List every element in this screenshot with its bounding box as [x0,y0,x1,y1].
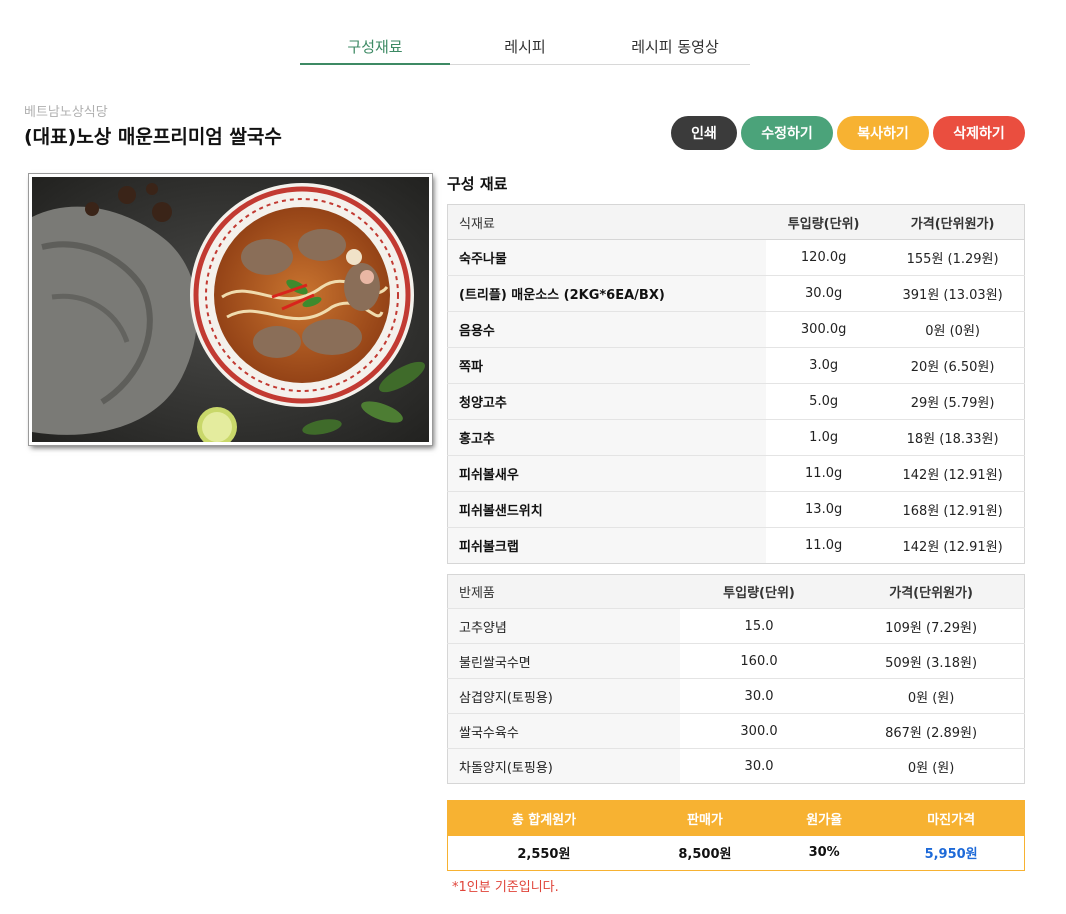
table-row: 피쉬볼크랩 11.0g 142원 (12.91원) [447,527,1025,564]
ingredient-price: 168원 (12.91원) [881,491,1025,528]
print-button[interactable]: 인쇄 [671,116,737,150]
menu-title: (대표)노상 매운프리미엄 쌀국수 [24,126,282,148]
ingredient-amount: 120.0g [766,239,882,276]
ingredient-price: 391원 (13.03원) [881,275,1025,312]
action-buttons: 인쇄 수정하기 복사하기 삭제하기 [671,116,1025,150]
semi-product-amount: 160.0 [679,643,839,679]
ingredient-amount: 5.0g [766,383,882,420]
semi-product-name: 삼겹양지(토핑용) [447,678,680,714]
col-header-total-cost: 총 합계원가 [447,800,640,836]
col-header-price: 가격(단위원가) [838,574,1025,609]
ingredient-amount: 3.0g [766,347,882,384]
ingredient-name: 청양고추 [447,383,767,420]
col-header-margin: 마진가격 [878,800,1025,836]
ingredient-price: 0원 (0원) [881,311,1025,348]
ingredient-price: 18원 (18.33원) [881,419,1025,456]
ingredient-name: 홍고추 [447,419,767,456]
semi-product-name: 쌀국수육수 [447,713,680,749]
table-row: 숙주나물 120.0g 155원 (1.29원) [447,239,1025,276]
ingredient-name: (트리플) 매운소스 (2KG*6EA/BX) [447,275,767,312]
table-row: 음용수 300.0g 0원 (0원) [447,311,1025,348]
semi-product-price: 509원 (3.18원) [838,643,1025,679]
col-header-cost-ratio: 원가율 [770,800,879,836]
ingredient-name: 숙주나물 [447,239,767,276]
ingredient-amount: 11.0g [766,455,882,492]
table-row: 홍고추 1.0g 18원 (18.33원) [447,419,1025,456]
col-header-price: 가격(단위원가) [881,204,1025,240]
tab-ingredients[interactable]: 구성재료 [300,30,450,65]
cost-summary-table: 총 합계원가 판매가 원가율 마진가격 2,550원 8,500원 30% 5,… [447,800,1025,871]
tab-recipe[interactable]: 레시피 [450,30,600,64]
ingredient-amount: 1.0g [766,419,882,456]
semi-product-name: 고추양념 [447,608,680,644]
semi-product-name: 차돌양지(토핑용) [447,748,680,784]
semi-product-amount: 15.0 [679,608,839,644]
table-row: 2,550원 8,500원 30% 5,950원 [447,835,1025,871]
ingredient-name: 피쉬볼샌드위치 [447,491,767,528]
dish-photo [29,174,432,445]
ingredient-price: 155원 (1.29원) [881,239,1025,276]
ingredient-name: 음용수 [447,311,767,348]
semi-product-name: 불린쌀국수면 [447,643,680,679]
ingredient-amount: 13.0g [766,491,882,528]
table-row: (트리플) 매운소스 (2KG*6EA/BX) 30.0g 391원 (13.03원… [447,275,1025,312]
semi-product-price: 109원 (7.29원) [838,608,1025,644]
cost-ratio-value: 30% [770,835,879,871]
table-row: 고추양념 15.0 109원 (7.29원) [447,608,1025,644]
table-row: 쌀국수육수 300.0 867원 (2.89원) [447,713,1025,749]
edit-button[interactable]: 수정하기 [741,116,833,150]
semi-product-price: 0원 (원) [838,748,1025,784]
col-header-sale-price: 판매가 [639,800,771,836]
col-header-amount: 투입량(단위) [679,574,839,609]
col-header-semi-product: 반제품 [447,574,680,609]
ingredient-amount: 30.0g [766,275,882,312]
ingredient-price: 142원 (12.91원) [881,455,1025,492]
semi-product-amount: 30.0 [679,678,839,714]
table-row: 차돌양지(토핑용) 30.0 0원 (원) [447,748,1025,784]
ingredient-amount: 11.0g [766,527,882,564]
ingredients-table: 식재료 투입량(단위) 가격(단위원가) 숙주나물 120.0g 155원 (1.2… [447,204,1025,564]
ingredient-amount: 300.0g [766,311,882,348]
section-title: 구성 재료 [447,175,508,193]
ingredient-price: 20원 (6.50원) [881,347,1025,384]
col-header-amount: 투입량(단위) [766,204,882,240]
copy-button[interactable]: 복사하기 [837,116,929,150]
ingredient-name: 피쉬볼새우 [447,455,767,492]
ingredient-price: 142원 (12.91원) [881,527,1025,564]
tab-recipe-video[interactable]: 레시피 동영상 [600,30,750,64]
ingredient-name: 피쉬볼크랩 [447,527,767,564]
semi-products-table: 반제품 투입량(단위) 가격(단위원가) 고추양념 15.0 109원 (7.29원… [447,574,1025,784]
table-row: 피쉬볼샌드위치 13.0g 168원 (12.91원) [447,491,1025,528]
table-row: 피쉬볼새우 11.0g 142원 (12.91원) [447,455,1025,492]
table-row: 청양고추 5.0g 29원 (5.79원) [447,383,1025,420]
margin-value: 5,950원 [878,835,1025,871]
table-row: 쪽파 3.0g 20원 (6.50원) [447,347,1025,384]
semi-product-price: 0원 (원) [838,678,1025,714]
sale-price-value: 8,500원 [639,835,771,871]
col-header-ingredient: 식재료 [447,204,767,240]
total-cost-value: 2,550원 [447,835,640,871]
delete-button[interactable]: 삭제하기 [933,116,1025,150]
ingredient-name: 쪽파 [447,347,767,384]
tab-bar: 구성재료 레시피 레시피 동영상 [300,30,750,65]
semi-product-amount: 30.0 [679,748,839,784]
table-row: 삼겹양지(토핑용) 30.0 0원 (원) [447,678,1025,714]
ingredient-price: 29원 (5.79원) [881,383,1025,420]
semi-product-price: 867원 (2.89원) [838,713,1025,749]
serving-note: *1인분 기준입니다. [452,880,559,895]
table-row: 불린쌀국수면 160.0 509원 (3.18원) [447,643,1025,679]
semi-product-amount: 300.0 [679,713,839,749]
store-name: 베트남노상식당 [24,105,108,120]
